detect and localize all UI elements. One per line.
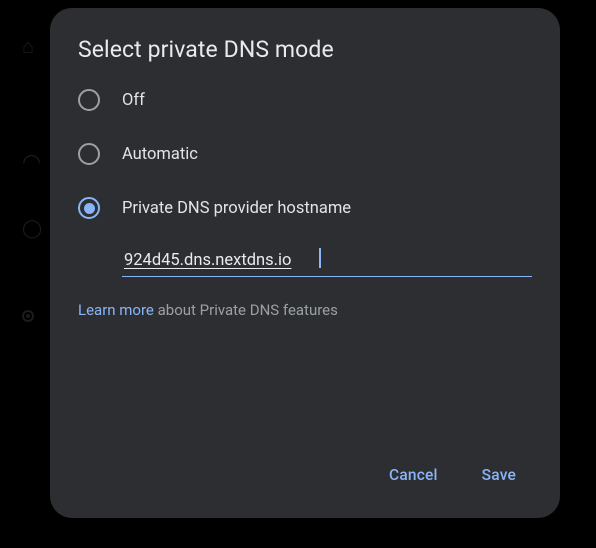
save-button[interactable]: Save: [478, 460, 520, 490]
bg-dot-icon: [22, 310, 34, 322]
radio-label-off: Off: [122, 91, 145, 110]
private-dns-dialog: Select private DNS mode Off Automatic Pr…: [50, 8, 560, 518]
radio-button-icon: [78, 89, 100, 111]
bg-network-icon: ⌂: [22, 34, 34, 59]
radio-option-provider[interactable]: Private DNS provider hostname: [78, 197, 532, 219]
learn-more-link[interactable]: Learn more: [78, 301, 154, 319]
hint-text: Learn more about Private DNS features: [78, 301, 532, 319]
hint-suffix: about Private DNS features: [154, 301, 338, 319]
radio-button-selected-icon: [78, 197, 100, 219]
bg-wifi-icon: ◠: [22, 150, 41, 175]
radio-label-automatic: Automatic: [122, 145, 198, 164]
bg-ring-icon: ◯: [22, 218, 42, 239]
radio-option-off[interactable]: Off: [78, 89, 532, 111]
cancel-button[interactable]: Cancel: [385, 460, 442, 490]
hostname-input[interactable]: [122, 247, 532, 277]
radio-button-icon: [78, 143, 100, 165]
dialog-title: Select private DNS mode: [78, 36, 532, 63]
dns-mode-radio-group: Off Automatic Private DNS provider hostn…: [78, 89, 532, 219]
radio-option-automatic[interactable]: Automatic: [78, 143, 532, 165]
hostname-input-container: [122, 247, 532, 277]
text-cursor-icon: [319, 248, 321, 268]
radio-label-provider: Private DNS provider hostname: [122, 199, 351, 218]
dialog-actions: Cancel Save: [78, 460, 532, 494]
